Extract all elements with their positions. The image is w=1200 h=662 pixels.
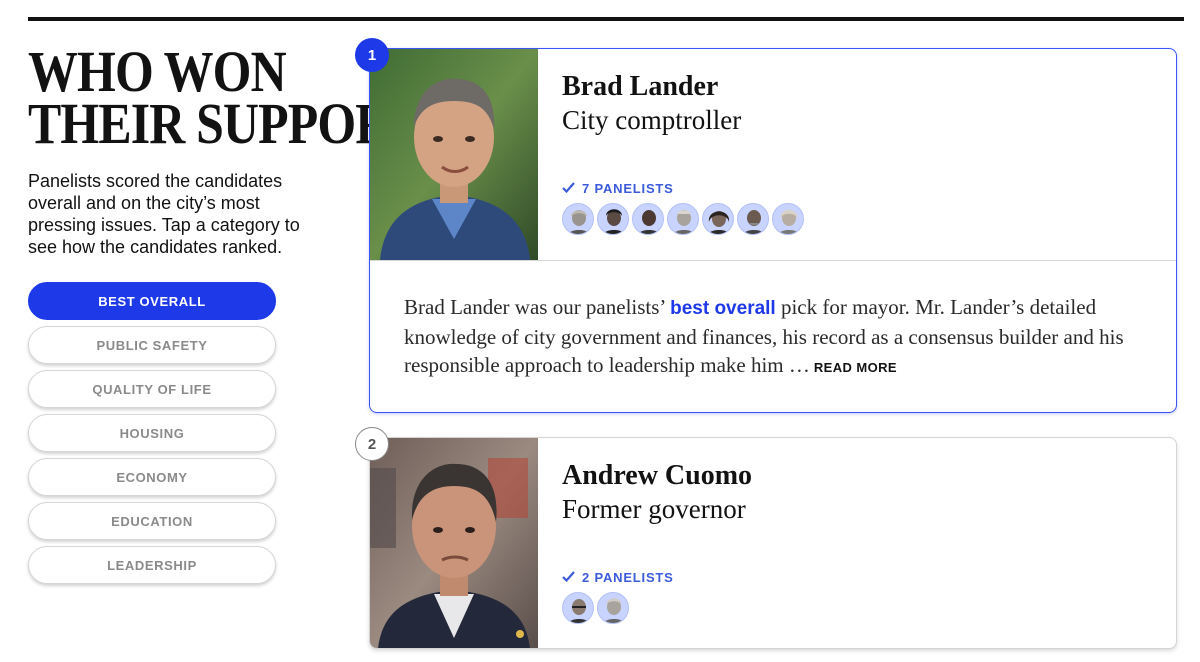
category-leadership-button[interactable]: LEADERSHIP: [28, 546, 276, 584]
panelist-avatar[interactable]: [737, 203, 769, 235]
category-best-overall-button[interactable]: BEST OVERALL: [28, 282, 276, 320]
candidate-name: Brad Lander: [562, 71, 719, 102]
candidate-header-lander: Brad Lander City comptroller 7 PANELISTS: [538, 49, 1176, 260]
panelist-avatar[interactable]: [772, 203, 804, 235]
panelist-count-label: 2 PANELISTS: [582, 570, 674, 585]
read-more-link[interactable]: READ MORE: [814, 360, 897, 375]
intro-text: Panelists scored the candidates overall …: [28, 171, 300, 257]
panelist-avatar[interactable]: [597, 592, 629, 624]
panelist-avatar[interactable]: [597, 203, 629, 235]
top-rule: [28, 17, 1184, 21]
panelist-avatars: [562, 203, 807, 235]
card-divider: [370, 260, 1176, 261]
panelist-avatar[interactable]: [562, 592, 594, 624]
headline-line-2: THEIR SUPPORT: [28, 91, 422, 156]
panelist-avatar[interactable]: [667, 203, 699, 235]
category-public-safety-button[interactable]: PUBLIC SAFETY: [28, 326, 276, 364]
candidate-title: Former governor: [562, 494, 746, 524]
candidate-card-cuomo[interactable]: Andrew Cuomo Former governor 2 PANELISTS: [369, 437, 1177, 649]
category-education-button[interactable]: EDUCATION: [28, 502, 276, 540]
candidate-header-cuomo: Andrew Cuomo Former governor 2 PANELISTS: [538, 438, 1176, 648]
rank-badge-1: 1: [355, 38, 389, 72]
panelist-count-label: 7 PANELISTS: [582, 181, 674, 196]
rank-badge-2: 2: [355, 427, 389, 461]
panelist-count: 7 PANELISTS: [562, 181, 674, 196]
candidate-photo-cuomo: [370, 438, 538, 648]
blurb-highlight: best overall: [670, 298, 776, 319]
candidate-name: Andrew Cuomo: [562, 460, 753, 491]
check-icon: [562, 570, 576, 585]
panelist-avatar[interactable]: [632, 203, 664, 235]
check-icon: [562, 181, 576, 196]
candidate-photo-lander: [370, 49, 538, 260]
candidate-title: City comptroller: [562, 105, 742, 135]
panelist-avatars: [562, 592, 632, 624]
panelist-count: 2 PANELISTS: [562, 570, 674, 585]
category-housing-button[interactable]: HOUSING: [28, 414, 276, 452]
category-quality-of-life-button[interactable]: QUALITY OF LIFE: [28, 370, 276, 408]
category-list: BEST OVERALL PUBLIC SAFETY QUALITY OF LI…: [28, 282, 276, 590]
page-headline: WHO WON THEIR SUPPORT: [28, 43, 422, 156]
panelist-avatar[interactable]: [562, 203, 594, 235]
blurb-text-start: Brad Lander was our panelists’: [404, 295, 671, 319]
category-economy-button[interactable]: ECONOMY: [28, 458, 276, 496]
candidate-blurb: Brad Lander was our panelists’ best over…: [404, 293, 1144, 382]
panelist-avatar[interactable]: [702, 203, 734, 235]
candidate-card-lander[interactable]: Brad Lander City comptroller 7 PANELISTS…: [369, 48, 1177, 413]
